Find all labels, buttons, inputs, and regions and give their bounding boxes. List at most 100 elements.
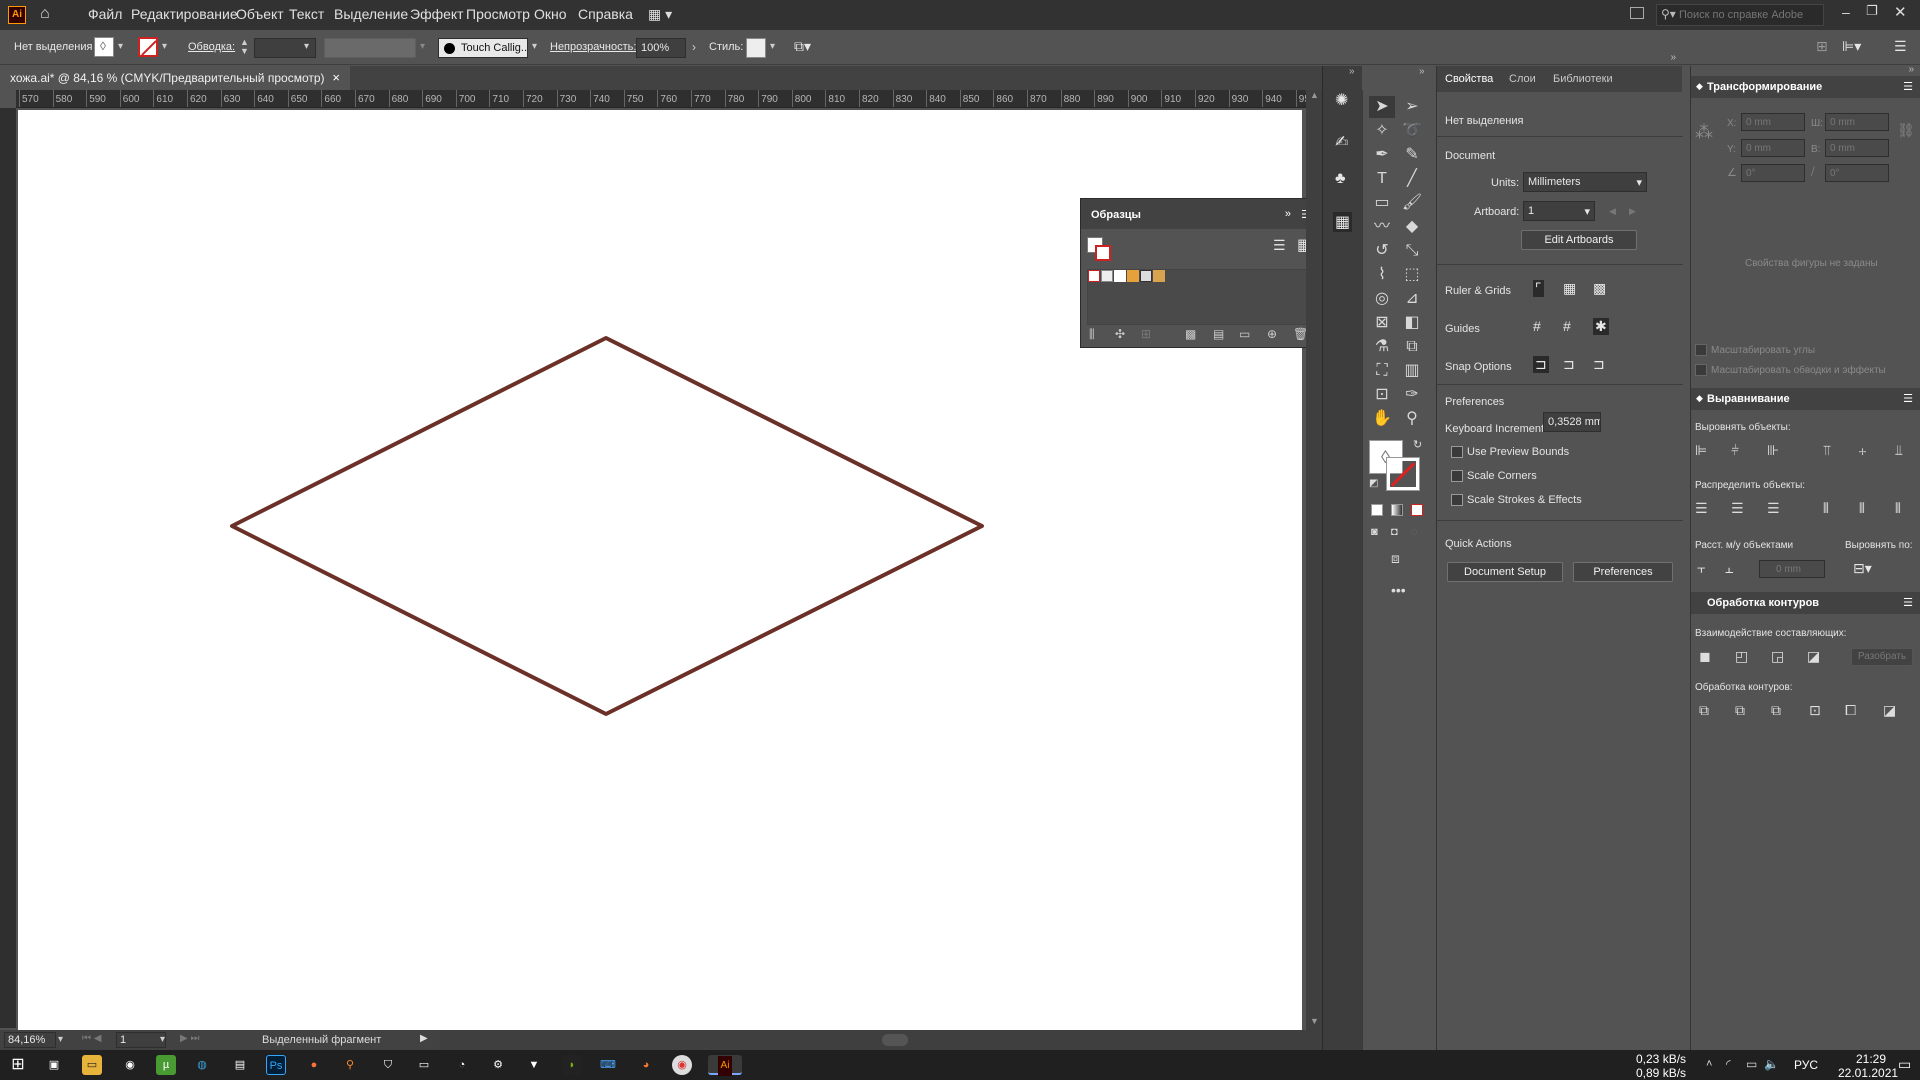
stroke-label[interactable]: Обводка: bbox=[188, 41, 235, 53]
snap-point-icon[interactable]: ⊐ bbox=[1533, 356, 1549, 373]
prev-artboard-icon[interactable]: ◀ bbox=[1609, 206, 1616, 217]
intersect-icon[interactable]: ◲ bbox=[1771, 648, 1784, 665]
arrange-docs-icon[interactable] bbox=[1630, 7, 1644, 19]
artboard-select[interactable]: 1 ▾ bbox=[1523, 201, 1595, 221]
vpn-icon[interactable]: ▼ bbox=[524, 1055, 544, 1075]
merge-icon[interactable]: ⧉ bbox=[1771, 702, 1781, 719]
zoom-field[interactable]: 84,16% bbox=[4, 1032, 56, 1048]
terminal-icon[interactable]: ▭ bbox=[414, 1055, 434, 1075]
firefox-icon[interactable]: ● bbox=[304, 1055, 324, 1075]
arrange-icon[interactable]: ⊞ bbox=[1816, 38, 1828, 55]
scroll-thumb[interactable] bbox=[882, 1034, 908, 1046]
minus-back-icon[interactable]: ◪ bbox=[1883, 702, 1896, 719]
slice-tool-icon[interactable]: ✑ bbox=[1399, 384, 1425, 406]
shape-builder-tool-icon[interactable]: ◎ bbox=[1369, 288, 1395, 310]
tab-libraries[interactable]: Библиотеки bbox=[1553, 73, 1613, 85]
menu-file[interactable]: Файл bbox=[88, 6, 122, 22]
opacity-arrow-icon[interactable]: › bbox=[692, 40, 696, 54]
scroll-up-icon[interactable]: ▲ bbox=[1310, 90, 1319, 100]
fill-swatch[interactable]: ◊ bbox=[94, 37, 114, 57]
new-group-icon[interactable]: ▤ bbox=[1213, 327, 1224, 341]
minus-front-icon[interactable]: ◰ bbox=[1735, 648, 1748, 665]
color-mode-icon[interactable] bbox=[1371, 504, 1383, 516]
tray-chevron-icon[interactable]: ˄ bbox=[1706, 1058, 1712, 1070]
new-swatch-icon[interactable]: ⊕ bbox=[1267, 327, 1277, 341]
hand-tool-icon[interactable]: ✋ bbox=[1369, 408, 1395, 430]
selection-tool-icon[interactable]: ➤ bbox=[1369, 96, 1395, 118]
transform-scale-corners-checkbox[interactable] bbox=[1695, 344, 1707, 356]
exclude-icon[interactable]: ◪ bbox=[1807, 648, 1820, 665]
distribute-bottom-icon[interactable]: ☰ bbox=[1767, 500, 1780, 517]
settings-icon[interactable]: ⚙ bbox=[488, 1055, 508, 1075]
type-tool-icon[interactable]: T bbox=[1369, 168, 1395, 190]
close-tab-icon[interactable]: × bbox=[332, 70, 340, 85]
swatch-none[interactable] bbox=[1088, 270, 1100, 282]
notifications-icon[interactable]: ▭ bbox=[1898, 1056, 1911, 1073]
style-dropdown-icon[interactable]: ▾ bbox=[770, 41, 775, 52]
direct-selection-tool-icon[interactable]: ➢ bbox=[1399, 96, 1425, 118]
swap-fill-stroke-icon[interactable]: ↻ bbox=[1413, 438, 1422, 451]
horizontal-ruler[interactable]: 570 580 590 600 610 620 630 640 650 660 670 680 690 7… bbox=[16, 90, 1306, 108]
task-view-icon[interactable]: ▣ bbox=[44, 1055, 64, 1075]
opacity-field[interactable]: 100% bbox=[636, 38, 686, 58]
align-vcenter-icon[interactable]: ⧾ bbox=[1859, 442, 1866, 459]
distribute-vcenter-icon[interactable]: ☰ bbox=[1731, 500, 1744, 517]
variable-width-profile[interactable] bbox=[324, 38, 416, 58]
crop-icon[interactable]: ⊡ bbox=[1809, 702, 1821, 719]
brushes-icon[interactable]: ✍ bbox=[1335, 132, 1348, 152]
store-icon[interactable]: ◉ bbox=[120, 1055, 140, 1075]
menu-select[interactable]: Выделение bbox=[334, 6, 408, 22]
clock-date[interactable]: 22.01.2021 bbox=[1838, 1066, 1898, 1080]
spacing-field[interactable]: 0 mm bbox=[1759, 560, 1825, 578]
align-menu-icon[interactable]: ☰ bbox=[1903, 392, 1913, 405]
unite-icon[interactable]: ◼ bbox=[1699, 648, 1711, 665]
preferences-button[interactable]: Preferences bbox=[1573, 562, 1673, 582]
smart-guides-icon[interactable]: ✱ bbox=[1593, 318, 1609, 335]
stroke-dropdown-icon[interactable]: ▾ bbox=[162, 41, 167, 52]
rulers-icon[interactable]: ⌜ bbox=[1533, 280, 1544, 297]
grid-icon[interactable]: ▦ bbox=[1563, 280, 1576, 297]
minimize-icon[interactable]: – bbox=[1842, 4, 1850, 20]
warp-tool-icon[interactable]: ⌇ bbox=[1369, 264, 1395, 286]
distribute-hcenter-icon[interactable]: ⫴ bbox=[1859, 500, 1865, 517]
volume-icon[interactable]: 🔈 bbox=[1764, 1057, 1779, 1071]
align-to-icon[interactable]: ⊟▾ bbox=[1853, 560, 1872, 577]
document-setup-button[interactable]: Document Setup bbox=[1447, 562, 1563, 582]
menu-edit[interactable]: Редактирование bbox=[131, 6, 238, 22]
lasso-tool-icon[interactable]: ➰ bbox=[1399, 120, 1425, 142]
horizontal-scrollbar[interactable] bbox=[440, 1030, 1322, 1050]
utorrent-icon[interactable]: µ bbox=[156, 1055, 176, 1075]
magic-wand-tool-icon[interactable]: ✧ bbox=[1369, 120, 1395, 142]
fill-dropdown-icon[interactable]: ▾ bbox=[118, 41, 123, 52]
stroke-weight-dropdown-icon[interactable]: ▾ bbox=[304, 41, 309, 52]
symbol-sprayer-tool-icon[interactable]: ⛶ bbox=[1369, 360, 1395, 382]
keyboard-increment-field[interactable]: 0,3528 mm bbox=[1543, 412, 1601, 432]
tab-layers[interactable]: Слои bbox=[1509, 73, 1536, 85]
artboard-tool-icon[interactable]: ⊡ bbox=[1369, 384, 1395, 406]
collapse-props-icon[interactable]: » bbox=[1670, 52, 1676, 63]
pathfinder-menu-icon[interactable]: ☰ bbox=[1903, 596, 1913, 609]
distribute-right-icon[interactable]: ⫴ bbox=[1895, 500, 1901, 517]
align-header[interactable]: ◆ Выравнивание ☰ bbox=[1691, 388, 1920, 410]
perspective-grid-tool-icon[interactable]: ⊿ bbox=[1399, 288, 1425, 310]
transform-h-field[interactable]: 0 mm bbox=[1825, 139, 1889, 157]
paintbrush-tool-icon[interactable]: 🖌 bbox=[1399, 192, 1425, 214]
column-graph-tool-icon[interactable]: ▥ bbox=[1399, 360, 1425, 382]
swatch-registration[interactable] bbox=[1101, 270, 1113, 282]
curvature-tool-icon[interactable]: ✎ bbox=[1399, 144, 1425, 166]
vertical-scrollbar[interactable]: ▲ ▼ bbox=[1306, 90, 1322, 1030]
tab-properties[interactable]: Свойства bbox=[1445, 73, 1493, 85]
eraser-tool-icon[interactable]: ◆ bbox=[1399, 216, 1425, 238]
photoshop-icon[interactable]: Ps bbox=[266, 1055, 286, 1075]
draw-behind-icon[interactable]: ◘ bbox=[1391, 526, 1398, 538]
default-fill-stroke-icon[interactable]: ◩ bbox=[1369, 478, 1378, 489]
menu-effect[interactable]: Эффект bbox=[410, 6, 464, 22]
align-right-icon[interactable]: ⊪ bbox=[1767, 442, 1779, 459]
zoom-tool-icon[interactable]: ⚲ bbox=[1399, 408, 1425, 430]
collapse-dock-icon[interactable]: » bbox=[1349, 66, 1355, 77]
rotate-angle-field[interactable]: 0° bbox=[1741, 164, 1805, 182]
menu-object[interactable]: Объект bbox=[236, 6, 284, 22]
edit-artboards-button[interactable]: Edit Artboards bbox=[1521, 230, 1637, 250]
transform-header[interactable]: ◆ Трансформирование ☰ bbox=[1691, 76, 1920, 98]
lock-guides-icon[interactable]: # bbox=[1563, 318, 1571, 334]
